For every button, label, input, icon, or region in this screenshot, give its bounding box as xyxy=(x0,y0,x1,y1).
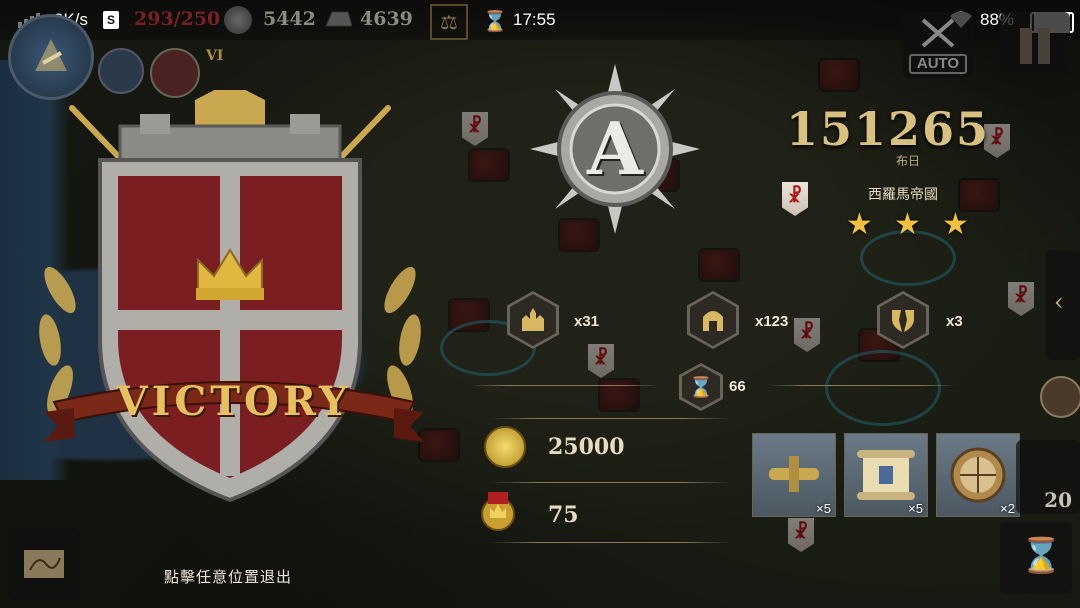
hourglass-end-turn-icon: ⌛ xyxy=(1020,536,1063,576)
faction-name: 西羅馬帝國 xyxy=(868,187,938,203)
item-count: ×2 xyxy=(1000,501,1015,516)
divider-line xyxy=(490,418,730,419)
exit-hint: 點擊任意位置退出 xyxy=(164,568,293,586)
victory-text: VICTORY xyxy=(116,378,352,425)
victory-ribbon: VICTORY xyxy=(44,372,424,452)
star-icon: ★ xyxy=(942,207,969,242)
crown-medal-icon xyxy=(476,488,520,532)
side-counter: 20 xyxy=(1044,488,1072,512)
prestige-reward: 75 xyxy=(548,502,579,528)
divider-line xyxy=(490,482,730,483)
auto-label: AUTO xyxy=(909,54,967,74)
compass-icon xyxy=(950,447,1006,503)
army-button[interactable] xyxy=(98,48,144,94)
cities-captured-count: x31 xyxy=(574,313,600,330)
divider-line xyxy=(490,542,730,543)
divider-line xyxy=(470,385,660,386)
reward-item[interactable]: ×2 xyxy=(936,433,1020,517)
unit-rank-badge: VI xyxy=(206,48,224,64)
gold-coin-icon xyxy=(484,426,526,468)
item-count: ×5 xyxy=(908,501,923,516)
iron-ingot-icon xyxy=(322,8,352,30)
units-lost-count: x3 xyxy=(946,313,963,330)
rank-letter: A xyxy=(587,106,643,191)
side-panel-toggle[interactable]: ‹ xyxy=(1046,250,1080,360)
reward-item[interactable]: ×5 xyxy=(844,433,928,517)
faction-emblem-button[interactable] xyxy=(8,14,94,100)
map-scroll-button[interactable] xyxy=(8,528,80,600)
iron-count: 4639 xyxy=(360,8,413,30)
gold-reward: 25000 xyxy=(548,434,625,460)
scroll-icon xyxy=(857,450,915,500)
pause-button[interactable] xyxy=(1000,12,1070,78)
hourglass-status-icon: ⌛ xyxy=(482,9,508,33)
units-killed-count: x123 xyxy=(755,313,789,330)
city-label: 布日 xyxy=(896,154,921,168)
end-turn-button[interactable]: ⌛ xyxy=(1000,522,1072,594)
battle-score: 151265 xyxy=(786,102,991,156)
star-icon: ★ xyxy=(846,207,873,242)
silver-count: 5442 xyxy=(263,8,316,30)
scales-icon[interactable]: ⚖ xyxy=(430,4,468,40)
food-count: 293/250 xyxy=(134,8,221,30)
item-count: ×5 xyxy=(816,501,831,516)
star-icon: ★ xyxy=(894,207,921,242)
silver-coin-icon xyxy=(224,6,252,34)
food-icon xyxy=(96,2,132,38)
reward-item[interactable]: ×5 xyxy=(752,433,836,517)
clock: 17:55 xyxy=(513,10,556,29)
map-icon xyxy=(24,550,64,578)
hex-grid-button[interactable]: 20 xyxy=(1016,440,1080,514)
auto-battle-button[interactable]: AUTO xyxy=(903,12,973,78)
cannon-icon xyxy=(769,456,819,492)
divider-line xyxy=(768,385,958,386)
general-portrait[interactable] xyxy=(1040,376,1080,418)
chevron-left-icon: ‹ xyxy=(1054,288,1064,316)
turns-count: 66 xyxy=(729,378,746,395)
crossed-swords-icon xyxy=(921,18,955,48)
rank-badge: A xyxy=(530,64,700,234)
